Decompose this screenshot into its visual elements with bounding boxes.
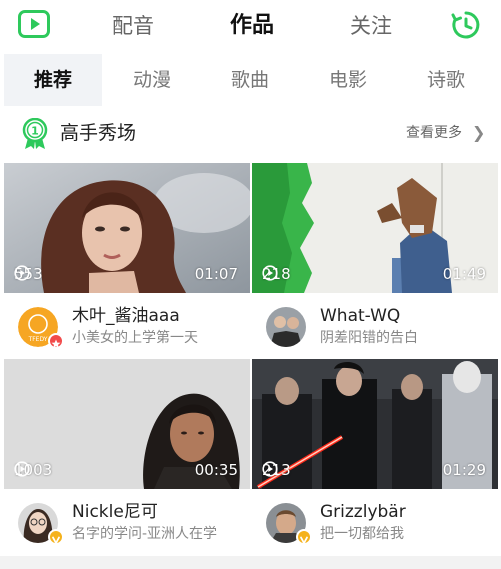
category-tab-poetry[interactable]: 诗歌 [398,54,494,106]
card-info: What-WQ 阴差阳错的告白 [252,293,498,355]
top-tabs: 配音 作品 关注 [112,8,392,44]
card-info: Grizzlybär 把一切都给我 [252,489,498,551]
video-duration: 01:49 [442,265,486,283]
top-nav: 配音 作品 关注 [0,0,501,52]
video-play-icon[interactable] [18,10,50,38]
category-tab-recommended[interactable]: 推荐 [4,54,102,106]
card-info: Nickle尼可 名字的学问-亚洲人在学 [4,489,250,551]
card-info: TFEDY 木叶_酱油aaa 小美女的上学第一天 [4,293,250,355]
play-icon [14,265,30,281]
category-tab-songs[interactable]: 歌曲 [202,54,298,106]
category-tabs: 推荐 动漫 歌曲 电影 诗歌 [0,54,501,106]
tab-following[interactable]: 关注 [350,8,392,44]
video-thumbnail[interactable]: 218 01:49 [252,163,498,293]
video-card[interactable]: 1003 00:35 Nickle尼可 名字的学问-亚洲人在学 [4,359,250,551]
category-tab-anime[interactable]: 动漫 [104,54,200,106]
video-duration: 01:07 [194,265,238,283]
video-title: 名字的学问-亚洲人在学 [72,526,218,542]
verified-badge-icon [296,529,312,545]
video-title: 小美女的上学第一天 [72,330,198,346]
category-tab-movies[interactable]: 电影 [300,54,396,106]
play-count: 218 [262,265,291,283]
video-title: 阴差阳错的告白 [320,330,418,346]
username[interactable]: Grizzlybär [320,501,406,523]
star-badge-icon [48,333,64,349]
video-thumbnail[interactable]: 553 01:07 [4,163,250,293]
section-header: 1 高手秀场 查看更多 ❯ [0,112,501,154]
clock-history-icon[interactable] [450,9,482,41]
play-icon [14,461,30,477]
bottom-divider [0,556,501,569]
avatar[interactable] [266,307,306,347]
medal-icon: 1 [22,118,48,149]
svg-text:TFEDY: TFEDY [28,336,48,343]
username[interactable]: What-WQ [320,305,400,327]
play-icon [262,265,278,281]
tab-dubbing[interactable]: 配音 [112,8,154,44]
video-card[interactable]: 218 01:49 What-WQ 阴差阳错的告白 [252,163,498,355]
video-card[interactable]: 553 01:07 TFEDY 木叶_酱油aaa 小美女的上学第一天 [4,163,250,355]
chevron-right-icon[interactable]: ❯ [472,122,485,144]
svg-text:1: 1 [31,125,39,138]
play-count: 1003 [14,461,52,479]
video-duration: 01:29 [442,461,486,479]
video-card[interactable]: 213 01:29 Grizzlybär 把一切都给我 [252,359,498,551]
video-duration: 00:35 [194,461,238,479]
play-count: 553 [14,265,43,283]
tab-works[interactable]: 作品 [230,8,274,44]
video-title: 把一切都给我 [320,526,404,542]
play-count: 213 [262,461,291,479]
verified-badge-icon [48,529,64,545]
video-thumbnail[interactable]: 1003 00:35 [4,359,250,489]
username[interactable]: 木叶_酱油aaa [72,305,180,327]
video-thumbnail[interactable]: 213 01:29 [252,359,498,489]
section-title: 高手秀场 [60,122,137,144]
play-icon [262,461,278,477]
username[interactable]: Nickle尼可 [72,501,158,523]
view-more-link[interactable]: 查看更多 [406,122,462,144]
